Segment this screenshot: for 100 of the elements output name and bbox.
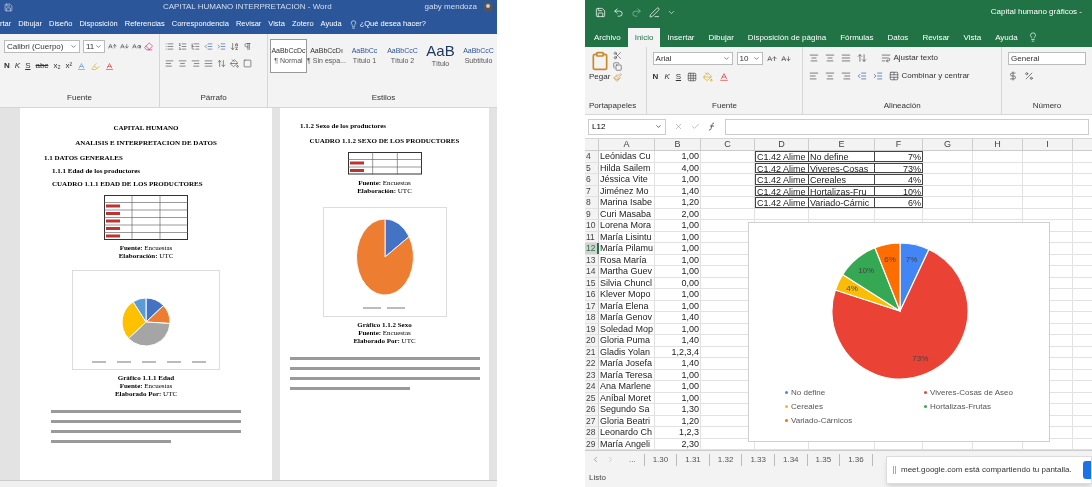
format-button[interactable]: S [25, 60, 31, 72]
text-effects-icon[interactable] [77, 61, 87, 71]
paste-button[interactable]: Pegar [589, 51, 611, 83]
align-left-icon[interactable] [809, 71, 820, 81]
merge-icon[interactable] [889, 71, 900, 81]
row-header[interactable]: 16 [585, 289, 599, 300]
indent-decrease-icon[interactable] [857, 71, 868, 81]
row-header[interactable]: 26 [585, 404, 599, 415]
ribbon-tab[interactable]: Revisar [915, 28, 957, 47]
column-header[interactable]: E [809, 139, 875, 150]
ribbon-tab[interactable]: Inicio [627, 28, 661, 47]
row-header[interactable]: 17 [585, 300, 599, 311]
format-button[interactable]: K [14, 60, 21, 72]
borders-icon[interactable] [243, 59, 252, 68]
align-left-icon[interactable] [165, 59, 174, 68]
row-header[interactable]: 7 [585, 185, 599, 196]
ribbon-tab[interactable]: Archivo [587, 28, 628, 47]
font-size-field[interactable]: 10 [736, 52, 763, 65]
row-header[interactable]: 8 [585, 197, 599, 208]
font-color-icon[interactable] [105, 61, 115, 71]
format-button[interactable]: abc [35, 60, 49, 72]
align-right-icon[interactable] [191, 59, 200, 68]
number-format-field[interactable]: General [1008, 52, 1086, 65]
orientation-icon[interactable] [857, 53, 868, 63]
row-header[interactable]: 28 [585, 427, 599, 438]
ribbon-tab[interactable]: Fórmulas [833, 28, 881, 47]
save-icon[interactable] [4, 2, 13, 12]
pie-slice[interactable] [874, 242, 901, 312]
ribbon-tab[interactable]: Dibujar [701, 28, 741, 47]
grow-font-icon[interactable] [766, 53, 777, 64]
function-icon[interactable] [708, 122, 717, 131]
grow-font-icon[interactable] [108, 42, 117, 51]
sheet-tab[interactable]: 1.33 [742, 453, 775, 466]
wrap-text-button[interactable]: Ajustar texto [893, 52, 938, 64]
column-header[interactable]: C [701, 139, 755, 150]
column-header[interactable]: D [755, 139, 809, 150]
ribbon-tab[interactable]: Insertar [660, 28, 702, 47]
share-button[interactable] [1083, 461, 1091, 479]
sheet-tab[interactable]: ... [621, 453, 645, 466]
ribbon-tab[interactable]: Datos [880, 28, 916, 47]
sheet-tab[interactable]: 1.36 [840, 453, 873, 466]
change-case-icon[interactable] [132, 42, 141, 51]
column-header[interactable]: H [973, 139, 1023, 150]
scroll-left-icon[interactable] [591, 455, 600, 464]
column-header[interactable]: F [875, 139, 923, 150]
bullet-list-icon[interactable] [165, 42, 174, 51]
ribbon-tab[interactable]: Ayuda [988, 28, 1025, 47]
formula-bar[interactable] [725, 118, 1089, 135]
paint-bucket-icon[interactable] [230, 59, 239, 68]
font-color-icon[interactable] [719, 72, 730, 82]
row-header[interactable]: 18 [585, 312, 599, 323]
multilevel-list-icon[interactable] [191, 42, 200, 51]
row-header[interactable]: 5 [585, 162, 599, 173]
highlighter-icon[interactable] [91, 61, 101, 71]
font-name-field[interactable]: Calibri (Cuerpo) [4, 40, 80, 53]
borders-icon[interactable] [687, 72, 698, 82]
row-header[interactable]: 27 [585, 415, 599, 426]
eraser-icon[interactable] [144, 42, 153, 51]
lightbulb-icon[interactable] [348, 19, 358, 29]
scissors-icon[interactable] [613, 51, 623, 60]
indent-decrease-icon[interactable] [204, 42, 213, 51]
currency-icon[interactable] [1008, 71, 1018, 81]
pie-slice[interactable] [831, 248, 969, 380]
merge-button[interactable]: Combinar y centrar [901, 70, 970, 82]
sort-icon[interactable] [230, 42, 239, 51]
column-header[interactable]: B [655, 139, 701, 150]
row-header[interactable]: 11 [585, 231, 599, 242]
row-header[interactable]: 21 [585, 346, 599, 357]
sheet-tab[interactable]: 1.34 [775, 453, 808, 466]
format-button[interactable]: N [652, 71, 659, 83]
align-center-icon[interactable] [178, 59, 187, 68]
percent-icon[interactable] [1024, 71, 1034, 81]
row-header[interactable]: 20 [585, 335, 599, 346]
chart-area[interactable]: 7% 73% 4% 10% 6% No define Viveres-Cosas de Aseo Cereales Hortalizas-Frutas Variado-Cárnicos [748, 222, 1050, 442]
wrap-text-icon[interactable] [881, 53, 892, 63]
shrink-font-icon[interactable] [120, 42, 129, 51]
format-painter-icon[interactable] [613, 73, 623, 82]
row-header[interactable]: 12 [585, 243, 599, 254]
cancel-icon[interactable] [674, 122, 683, 131]
row-header[interactable]: 4 [585, 151, 599, 162]
ribbon-tab[interactable]: Vista [956, 28, 989, 47]
sheet-tab[interactable]: 1.35 [807, 453, 841, 466]
sheet-tab[interactable]: 1.32 [709, 453, 743, 466]
row-header[interactable]: 14 [585, 266, 599, 277]
row-header[interactable]: 10 [585, 220, 599, 231]
redo-icon[interactable] [631, 6, 642, 18]
format-button[interactable]: K [664, 71, 670, 83]
justify-icon[interactable] [204, 59, 213, 68]
fill-color-icon[interactable] [703, 72, 714, 82]
row-header[interactable]: 29 [585, 438, 599, 449]
sheet-tab[interactable]: 1.30 [644, 453, 678, 466]
name-box[interactable]: L12 [588, 118, 666, 135]
row-header[interactable]: 6 [585, 174, 599, 185]
row-header[interactable]: 15 [585, 277, 599, 288]
row-header[interactable]: 25 [585, 392, 599, 403]
row-header[interactable]: 13 [585, 254, 599, 265]
avatar-icon[interactable] [483, 2, 493, 12]
align-center-icon[interactable] [825, 71, 836, 81]
row-header[interactable]: 24 [585, 381, 599, 392]
row-header[interactable]: 19 [585, 323, 599, 334]
